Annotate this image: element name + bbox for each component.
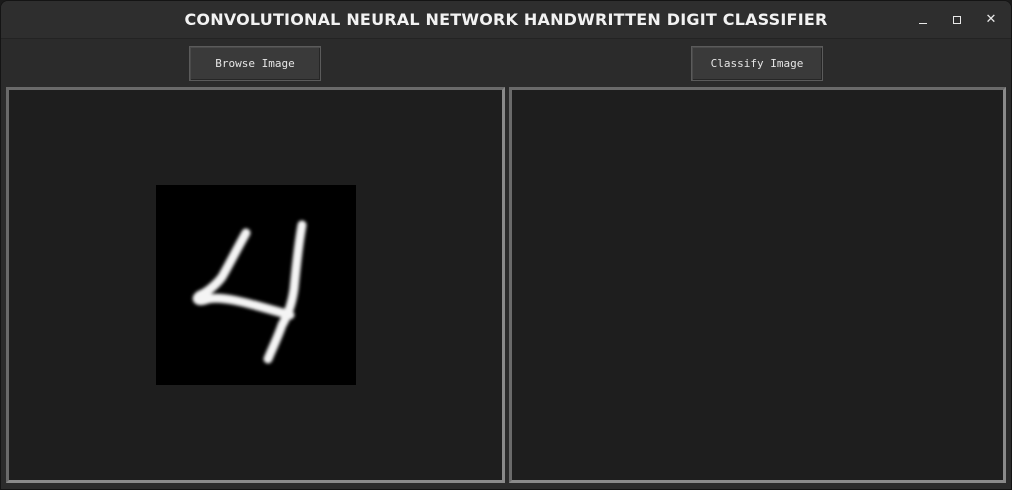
close-button[interactable]: ✕ [980, 9, 1002, 31]
maximize-button[interactable] [946, 9, 968, 31]
minimize-button[interactable] [912, 9, 934, 31]
handwritten-digit-image [156, 185, 356, 385]
toolbar: Browse Image Classify Image [1, 39, 1011, 87]
browse-image-button[interactable]: Browse Image [189, 46, 321, 81]
app-window: CONVOLUTIONAL NEURAL NETWORK HANDWRITTEN… [0, 0, 1012, 490]
classify-image-button[interactable]: Classify Image [691, 46, 823, 81]
maximize-icon [953, 16, 961, 24]
classification-result-panel [509, 87, 1006, 483]
image-preview-panel [6, 87, 505, 483]
minimize-icon [919, 23, 927, 24]
digit-four-drawing [192, 220, 307, 364]
close-icon: ✕ [985, 12, 997, 27]
title-bar[interactable]: CONVOLUTIONAL NEURAL NETWORK HANDWRITTEN… [1, 1, 1011, 39]
window-title: CONVOLUTIONAL NEURAL NETWORK HANDWRITTEN… [184, 10, 828, 29]
